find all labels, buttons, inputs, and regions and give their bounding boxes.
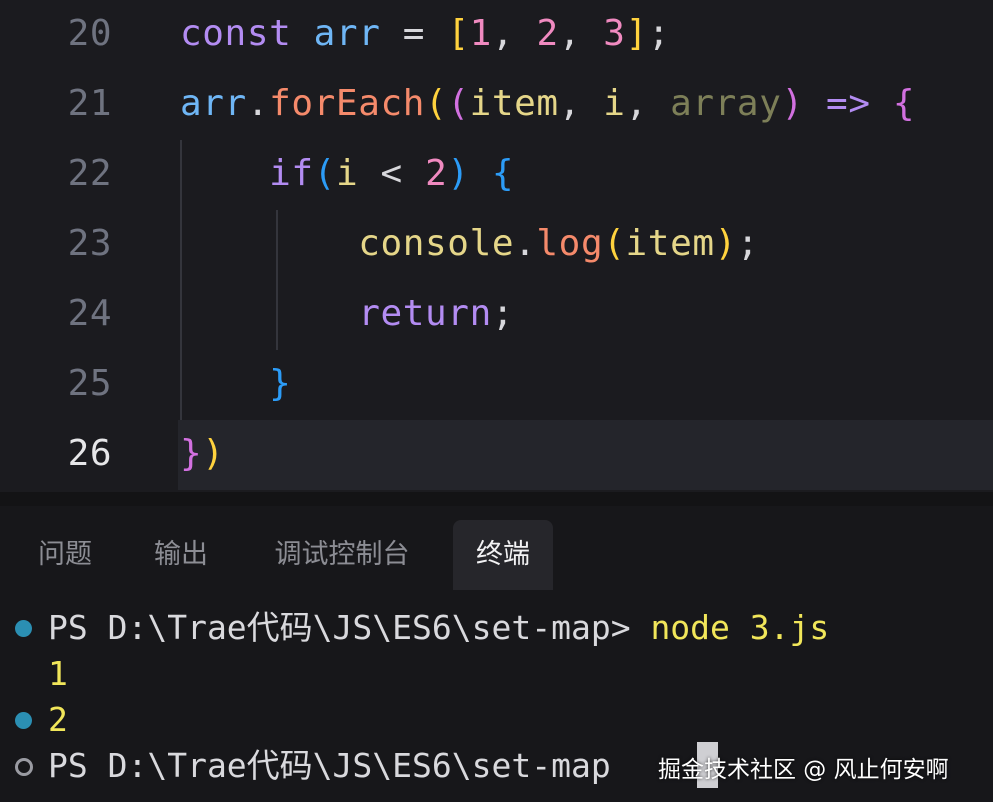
code-editor[interactable]: 20 const arr = [1, 2, 3]; 21 arr.forEach… [0,0,993,492]
terminal-prompt: PS D:\Trae代码\JS\ES6\set-map> [48,608,651,647]
code-line[interactable]: 24 return; [0,280,993,350]
token-operator: = [402,13,426,54]
token-punct: , [558,13,582,54]
token-number: 2 [536,13,559,54]
tab-debug-console[interactable]: 调试控制台 [256,520,428,590]
terminal-line: PS D:\Trae代码\JS\ES6\set-map> node 3.js [48,608,829,648]
line-number: 24 [67,293,112,334]
token-bracket: ] [625,13,648,54]
token-parameter-unused: array [670,83,782,124]
token-keyword: return [358,293,492,334]
code-text[interactable]: const arr = [1, 2, 3]; [180,13,670,55]
token-bracket: ) [202,433,225,474]
terminal-prompt: PS D:\Trae代码\JS\ES6\set-map [48,746,611,785]
line-number: 25 [67,363,112,404]
token-parameter: i [335,153,359,194]
gutter: 22 [0,140,178,210]
tab-problems[interactable]: 问题 [22,520,108,590]
token-number: 2 [425,153,448,194]
token-bracket: } [269,363,292,404]
token-bracket: ( [447,83,470,124]
bottom-panel: 问题 输出 调试控制台 终端 PS D:\Trae代码\JS\ES6\set-m… [0,506,993,802]
terminal-command: node 3.js [650,608,830,647]
token-punct: , [558,83,581,124]
token-punct: ; [491,293,515,334]
token-function: forEach [269,83,426,124]
code-line[interactable]: 25 } [0,350,993,420]
token-punct: ; [647,13,671,54]
line-number: 21 [67,83,112,124]
token-bracket: ) [447,153,470,194]
gutter: 20 [0,0,178,70]
token-number: 3 [603,13,626,54]
token-variable: arr [180,83,247,124]
code-text[interactable]: } [180,363,291,405]
token-punct: , [491,13,515,54]
gutter: 24 [0,280,178,350]
terminal-output: 1 [48,654,68,694]
token-bracket: { [892,83,916,124]
panel-tabs: 问题 输出 调试控制台 终端 [0,520,993,590]
tab-terminal[interactable]: 终端 [453,520,553,590]
code-text[interactable]: if(i < 2) { [180,153,514,195]
code-text[interactable]: console.log(item); [180,223,759,265]
command-pending-circle[interactable] [15,758,33,776]
token-function: log [536,223,604,264]
token-keyword: const [180,13,292,54]
token-arrow: => [826,83,871,124]
gutter: 21 [0,70,178,140]
terminal-output-value: 1 [48,654,68,693]
terminal-line: PS D:\Trae代码\JS\ES6\set-map [48,746,611,786]
code-line-active[interactable]: 26 }) [0,420,993,490]
token-punct: ; [736,223,760,264]
token-punct: , [625,83,648,124]
token-bracket: ( [313,153,336,194]
gutter: 26 [0,420,178,490]
token-object: console [358,223,515,264]
code-text[interactable]: arr.forEach((item, i, array) => { [180,83,915,125]
code-line[interactable]: 23 console.log(item); [0,210,993,280]
token-bracket: [ [447,13,470,54]
token-bracket: ) [781,83,804,124]
tab-output[interactable]: 输出 [138,520,224,590]
token-punct: . [514,223,537,264]
token-parameter: i [603,83,626,124]
line-number: 20 [67,13,112,54]
code-text[interactable]: return; [180,293,514,335]
panel-divider[interactable] [0,492,993,506]
token-bracket: { [491,153,515,194]
command-success-dot[interactable] [15,712,32,729]
line-number-current: 26 [67,433,112,474]
token-parameter: item [469,83,559,124]
token-bracket: } [180,433,203,474]
gutter: 25 [0,350,178,420]
command-success-dot[interactable] [15,620,32,637]
token-variable: arr [313,13,381,54]
token-bracket: ) [714,223,737,264]
token-bracket: ( [603,223,626,264]
code-line[interactable]: 22 if(i < 2) { [0,140,993,210]
code-text[interactable]: }) [180,433,225,475]
line-number: 22 [67,153,112,194]
watermark: 掘金技术社区 @ 风止何安啊 [658,757,949,783]
token-operator: < [380,153,403,194]
token-punct: . [246,83,270,124]
token-keyword: if [269,153,314,194]
terminal-output: 2 [48,700,68,740]
gutter: 23 [0,210,178,280]
token-bracket: ( [425,83,448,124]
code-line[interactable]: 21 arr.forEach((item, i, array) => { [0,70,993,140]
terminal-output-value: 2 [48,700,68,739]
token-number: 1 [469,13,492,54]
token-parameter: item [625,223,715,264]
code-line[interactable]: 20 const arr = [1, 2, 3]; [0,0,993,70]
line-number: 23 [67,223,112,264]
